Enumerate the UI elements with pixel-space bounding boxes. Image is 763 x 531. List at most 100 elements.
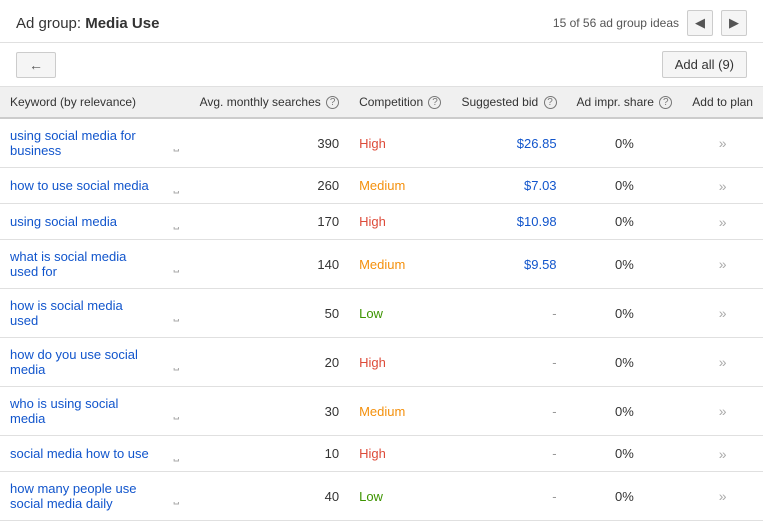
chart-icon-cell[interactable]: ⎵ xyxy=(163,204,189,240)
table-row: how to use social media ⎵ 260 Medium $7.… xyxy=(0,168,763,204)
searches-cell: 40 xyxy=(190,472,350,521)
add-to-plan-button[interactable]: » xyxy=(719,305,727,321)
prev-page-button[interactable]: ◀ xyxy=(687,10,713,36)
trend-chart-icon: ⎵ xyxy=(173,256,179,272)
chart-icon-cell[interactable]: ⎵ xyxy=(163,289,189,338)
competition-cell: Low xyxy=(349,472,451,521)
add-to-plan-cell[interactable]: » xyxy=(682,204,763,240)
competition-cell: High xyxy=(349,204,451,240)
keyword-cell[interactable]: who is using social media xyxy=(0,387,163,436)
bid-cell: - xyxy=(451,472,566,521)
add-to-plan-button[interactable]: » xyxy=(719,135,727,151)
competition-value: Low xyxy=(359,306,383,321)
add-to-plan-cell[interactable]: » xyxy=(682,472,763,521)
bid-cell: $7.03 xyxy=(451,168,566,204)
next-page-button[interactable]: ▶ xyxy=(721,10,747,36)
add-to-plan-cell[interactable]: » xyxy=(682,240,763,289)
add-to-plan-cell[interactable]: » xyxy=(682,436,763,472)
keyword-cell[interactable]: how is social media used xyxy=(0,289,163,338)
share-cell: 0% xyxy=(567,472,683,521)
add-to-plan-cell[interactable]: » xyxy=(682,168,763,204)
share-cell: 0% xyxy=(567,204,683,240)
competition-cell: Medium xyxy=(349,240,451,289)
keyword-cell[interactable]: how many people use social media daily xyxy=(0,472,163,521)
table-row: how is social media used ⎵ 50 Low - 0% » xyxy=(0,289,763,338)
add-to-plan-button[interactable]: » xyxy=(719,214,727,230)
competition-cell: High xyxy=(349,338,451,387)
bid-help-icon[interactable]: ? xyxy=(544,96,557,109)
chart-icon-cell[interactable]: ⎵ xyxy=(163,118,189,168)
col-header-share: Ad impr. share ? xyxy=(567,87,683,118)
share-help-icon[interactable]: ? xyxy=(659,96,672,109)
chart-icon-cell[interactable]: ⎵ xyxy=(163,387,189,436)
competition-value: Low xyxy=(359,489,383,504)
searches-cell: 390 xyxy=(190,118,350,168)
competition-value: High xyxy=(359,214,386,229)
ad-group-name: Media Use xyxy=(85,15,159,32)
competition-value: High xyxy=(359,136,386,151)
col-header-searches: Avg. monthly searches ? xyxy=(190,87,350,118)
add-to-plan-cell[interactable]: » xyxy=(682,118,763,168)
bid-cell: - xyxy=(451,387,566,436)
bid-cell: $10.98 xyxy=(451,204,566,240)
share-cell: 0% xyxy=(567,338,683,387)
keyword-cell[interactable]: how do you use social media xyxy=(0,338,163,387)
searches-cell: 140 xyxy=(190,240,350,289)
searches-cell: 260 xyxy=(190,168,350,204)
add-to-plan-button[interactable]: » xyxy=(719,354,727,370)
trend-chart-icon: ⎵ xyxy=(173,488,179,504)
competition-value: Medium xyxy=(359,178,405,193)
chart-icon-cell[interactable]: ⎵ xyxy=(163,472,189,521)
table-header-row: Keyword (by relevance) Avg. monthly sear… xyxy=(0,87,763,118)
keyword-cell[interactable]: using social media for business xyxy=(0,118,163,168)
table-row: using social media for business ⎵ 390 Hi… xyxy=(0,118,763,168)
table-row: who is using social media ⎵ 30 Medium - … xyxy=(0,387,763,436)
bid-cell: - xyxy=(451,289,566,338)
bid-cell: - xyxy=(451,436,566,472)
add-all-button[interactable]: Add all (9) xyxy=(662,51,747,78)
chart-icon-cell[interactable]: ⎵ xyxy=(163,436,189,472)
col-header-keyword: Keyword (by relevance) xyxy=(0,87,163,118)
chart-icon-cell[interactable]: ⎵ xyxy=(163,240,189,289)
ad-group-title: Ad group: Media Use xyxy=(16,15,159,32)
back-button[interactable]: ← xyxy=(16,52,56,78)
chart-icon-cell[interactable]: ⎵ xyxy=(163,168,189,204)
table-row: how many people use social media daily ⎵… xyxy=(0,472,763,521)
bid-cell: - xyxy=(451,338,566,387)
keywords-table: Keyword (by relevance) Avg. monthly sear… xyxy=(0,87,763,521)
col-header-bid: Suggested bid ? xyxy=(451,87,566,118)
keyword-cell[interactable]: using social media xyxy=(0,204,163,240)
col-header-competition: Competition ? xyxy=(349,87,451,118)
ad-group-prefix: Ad group: xyxy=(16,15,85,32)
searches-cell: 170 xyxy=(190,204,350,240)
share-cell: 0% xyxy=(567,289,683,338)
competition-cell: High xyxy=(349,118,451,168)
add-to-plan-cell[interactable]: » xyxy=(682,289,763,338)
table-row: using social media ⎵ 170 High $10.98 0% … xyxy=(0,204,763,240)
trend-chart-icon: ⎵ xyxy=(173,135,179,151)
add-to-plan-button[interactable]: » xyxy=(719,256,727,272)
col-header-chart xyxy=(163,87,189,118)
competition-value: Medium xyxy=(359,404,405,419)
add-to-plan-button[interactable]: » xyxy=(719,488,727,504)
competition-value: Medium xyxy=(359,257,405,272)
add-to-plan-button[interactable]: » xyxy=(719,446,727,462)
add-to-plan-button[interactable]: » xyxy=(719,403,727,419)
add-to-plan-cell[interactable]: » xyxy=(682,338,763,387)
keyword-cell[interactable]: how to use social media xyxy=(0,168,163,204)
keyword-cell[interactable]: social media how to use xyxy=(0,436,163,472)
competition-help-icon[interactable]: ? xyxy=(428,96,441,109)
competition-value: High xyxy=(359,355,386,370)
searches-help-icon[interactable]: ? xyxy=(326,96,339,109)
trend-chart-icon: ⎵ xyxy=(173,403,179,419)
trend-chart-icon: ⎵ xyxy=(173,305,179,321)
action-bar: ← Add all (9) xyxy=(0,43,763,87)
trend-chart-icon: ⎵ xyxy=(173,445,179,461)
keyword-cell[interactable]: what is social media used for xyxy=(0,240,163,289)
add-to-plan-cell[interactable]: » xyxy=(682,387,763,436)
competition-cell: Low xyxy=(349,289,451,338)
trend-chart-icon: ⎵ xyxy=(173,213,179,229)
chart-icon-cell[interactable]: ⎵ xyxy=(163,338,189,387)
competition-cell: Medium xyxy=(349,387,451,436)
add-to-plan-button[interactable]: » xyxy=(719,178,727,194)
